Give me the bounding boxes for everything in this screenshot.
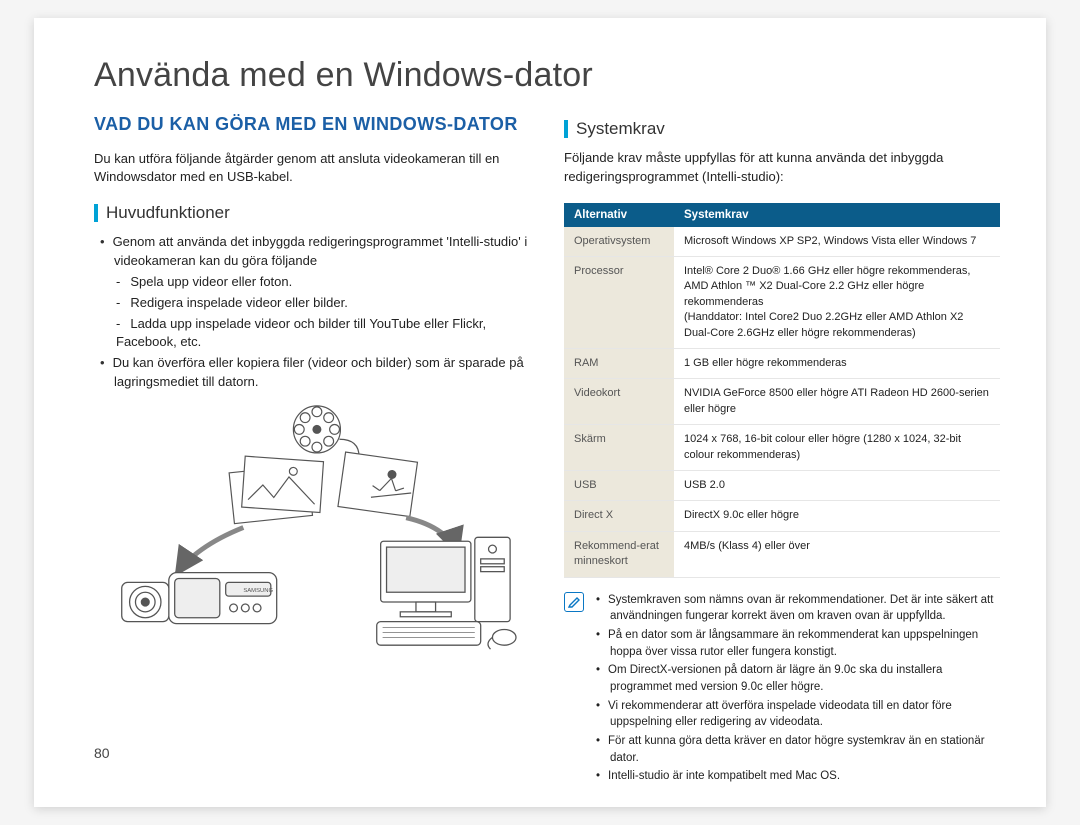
note-item: Intelli-studio är inte kompatibelt med M… xyxy=(596,768,1000,785)
left-heading: VAD DU KAN GÖRA MED EN WINDOWS-DATOR xyxy=(94,113,530,136)
subheading-huvudfunktioner: Huvudfunktioner xyxy=(94,203,530,223)
note-list: Systemkraven som nämns ovan är rekommend… xyxy=(594,592,1000,787)
note-item: Om DirectX-versionen på datorn är lägre … xyxy=(596,662,1000,695)
feature-bullets: Genom att använda det inbyggda redigerin… xyxy=(94,233,530,271)
left-intro: Du kan utföra följande åtgärder genom at… xyxy=(94,150,530,188)
page-title: Använda med en Windows-dator xyxy=(94,56,1000,95)
note-block: Systemkraven som nämns ovan är rekommend… xyxy=(564,592,1000,787)
table-head-option: Alternativ xyxy=(564,203,674,227)
diagram-svg: SAMSUNG xyxy=(94,400,530,655)
table-row: VideokortNVIDIA GeForce 8500 eller högre… xyxy=(564,379,1000,425)
note-icon xyxy=(564,592,584,612)
manual-page: Använda med en Windows-dator VAD DU KAN … xyxy=(34,18,1046,807)
table-row: Rekommend-erat minneskort4MB/s (Klass 4)… xyxy=(564,531,1000,577)
right-column: Systemkrav Följande krav måste uppfyllas… xyxy=(564,113,1000,787)
table-row: RAM1 GB eller högre rekommenderas xyxy=(564,349,1000,379)
note-item: Systemkraven som nämns ovan är rekommend… xyxy=(596,592,1000,625)
feature-dash: Spela upp videor eller foton. xyxy=(116,273,530,292)
subheading-text: Systemkrav xyxy=(576,119,665,139)
feature-dash: Ladda upp inspelade videor och bilder ti… xyxy=(116,315,530,353)
content-columns: VAD DU KAN GÖRA MED EN WINDOWS-DATOR Du … xyxy=(94,113,1000,787)
table-row: ProcessorIntel® Core 2 Duo® 1.66 GHz ell… xyxy=(564,257,1000,349)
left-column: VAD DU KAN GÖRA MED EN WINDOWS-DATOR Du … xyxy=(94,113,530,787)
system-requirements-table: Alternativ Systemkrav OperativsystemMicr… xyxy=(564,203,1000,578)
table-row: Direct XDirectX 9.0c eller högre xyxy=(564,501,1000,531)
feature-bullet: Genom att använda det inbyggda redigerin… xyxy=(100,233,530,271)
accent-bar-icon xyxy=(94,204,98,222)
camcorder-icon: SAMSUNG xyxy=(122,573,277,624)
note-item: Vi rekommenderar att överföra inspelade … xyxy=(596,698,1000,731)
accent-bar-icon xyxy=(564,120,568,138)
feature-dashes: Spela upp videor eller foton. Redigera i… xyxy=(94,273,530,352)
table-row: Skärm1024 x 768, 16-bit colour eller hög… xyxy=(564,425,1000,471)
diagram-camcorder-to-pc: SAMSUNG xyxy=(94,400,530,655)
table-head-req: Systemkrav xyxy=(674,203,1000,227)
right-intro: Följande krav måste uppfyllas för att ku… xyxy=(564,149,1000,187)
feature-bullets: Du kan överföra eller kopiera filer (vid… xyxy=(94,354,530,392)
subheading-text: Huvudfunktioner xyxy=(106,203,230,223)
table-row: OperativsystemMicrosoft Windows XP SP2, … xyxy=(564,227,1000,257)
film-reel-icon xyxy=(293,406,359,457)
photo-stack-icon xyxy=(229,456,323,523)
page-number: 80 xyxy=(94,745,110,761)
feature-bullet: Du kan överföra eller kopiera filer (vid… xyxy=(100,354,530,392)
note-item: På en dator som är långsammare än rekomm… xyxy=(596,627,1000,660)
svg-text:SAMSUNG: SAMSUNG xyxy=(243,588,273,594)
subheading-systemkrav: Systemkrav xyxy=(564,119,1000,139)
skier-photo-icon xyxy=(338,452,418,516)
note-item: För att kunna göra detta kräver en dator… xyxy=(596,733,1000,766)
table-row: USBUSB 2.0 xyxy=(564,470,1000,500)
computer-icon xyxy=(377,537,516,649)
feature-dash: Redigera inspelade videor eller bilder. xyxy=(116,294,530,313)
